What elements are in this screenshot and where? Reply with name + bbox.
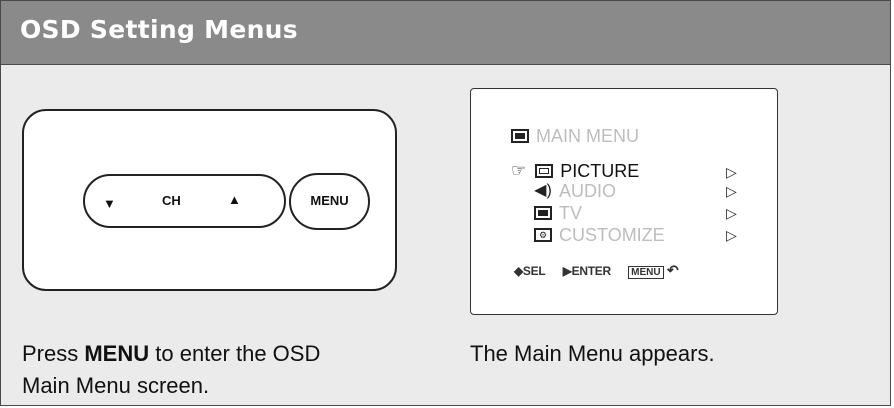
picture-arrow-icon: ▷ bbox=[726, 164, 737, 180]
caption-bold: MENU bbox=[84, 341, 150, 366]
left-caption: Press MENU to enter the OSD Main Menu sc… bbox=[22, 338, 320, 402]
caption-text: Main Menu screen. bbox=[22, 373, 210, 398]
picture-icon bbox=[535, 164, 554, 179]
section-header: OSD Setting Menus bbox=[1, 1, 890, 65]
tv-icon bbox=[534, 206, 552, 221]
osd-main-title-row: MAIN MENU bbox=[511, 125, 639, 147]
channel-label: CH bbox=[162, 193, 181, 208]
main-menu-icon bbox=[511, 129, 529, 144]
caption-text: to enter the OSD bbox=[149, 341, 321, 366]
osd-footer: ◆SEL ▶ENTER MENU ↶ bbox=[514, 262, 679, 279]
sel-hint: ◆SEL bbox=[514, 264, 546, 278]
enter-hint: ▶ENTER bbox=[562, 264, 611, 278]
osd-item-tv[interactable]: TV bbox=[534, 202, 582, 224]
page-frame: OSD Setting Menus ▼ CH ▲ MENU MAIN MENU … bbox=[0, 0, 891, 406]
channel-down-icon[interactable]: ▼ bbox=[103, 196, 116, 211]
osd-item-label: TV bbox=[559, 202, 583, 223]
speaker-icon: ◀) bbox=[534, 182, 552, 200]
menu-button[interactable]: MENU bbox=[289, 173, 370, 230]
page-title: OSD Setting Menus bbox=[20, 15, 298, 44]
channel-up-icon[interactable]: ▲ bbox=[228, 192, 241, 207]
menu-button-label: MENU bbox=[310, 193, 349, 208]
right-caption: The Main Menu appears. bbox=[470, 341, 715, 366]
osd-item-customize[interactable]: ⚙ CUSTOMIZE bbox=[534, 224, 665, 246]
back-icon: ↶ bbox=[666, 262, 679, 278]
menu-hint: MENU bbox=[628, 266, 664, 279]
osd-item-audio[interactable]: ◀) AUDIO bbox=[534, 180, 616, 202]
pointer-hand-icon: ☞ bbox=[511, 161, 527, 181]
audio-arrow-icon: ▷ bbox=[726, 183, 737, 199]
osd-screen: MAIN MENU ☞ PICTURE ▷ ◀) AUDIO ▷ TV ▷ ⚙ … bbox=[470, 88, 778, 315]
tv-arrow-icon: ▷ bbox=[726, 205, 737, 221]
remote-control-panel: ▼ CH ▲ MENU bbox=[22, 109, 397, 291]
osd-main-title: MAIN MENU bbox=[536, 125, 640, 146]
caption-text: Press bbox=[22, 341, 85, 366]
osd-item-picture[interactable]: ☞ PICTURE bbox=[511, 160, 639, 182]
osd-item-label: AUDIO bbox=[559, 180, 617, 201]
osd-item-label: PICTURE bbox=[560, 160, 640, 181]
osd-item-label: CUSTOMIZE bbox=[559, 224, 665, 245]
customize-icon: ⚙ bbox=[534, 228, 552, 243]
channel-rocker[interactable]: ▼ CH ▲ bbox=[83, 174, 286, 228]
customize-arrow-icon: ▷ bbox=[726, 227, 737, 243]
